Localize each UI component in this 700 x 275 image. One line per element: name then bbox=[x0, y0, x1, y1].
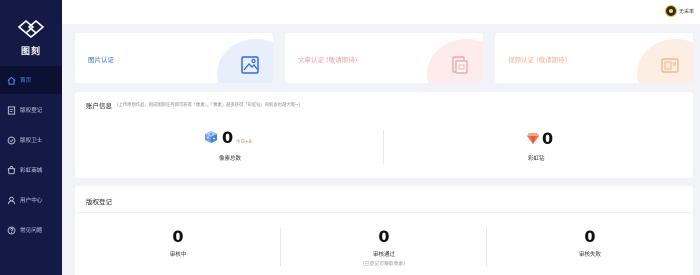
image-icon bbox=[241, 56, 259, 74]
shop-icon bbox=[7, 165, 16, 174]
divider bbox=[75, 212, 693, 213]
user-icon bbox=[7, 196, 16, 204]
rejected-count: 0 bbox=[584, 227, 596, 246]
pixel-total-value: 0 bbox=[222, 128, 234, 147]
pixel-today-value: +0 bbox=[245, 140, 252, 145]
article-auth-card[interactable]: 文章认证 (敬请期待) bbox=[285, 33, 483, 83]
logo-icon bbox=[17, 19, 45, 39]
sidebar: 图刻 首页 版权登记 版权卫士 彩虹商城 用户中心 常见问题 bbox=[0, 0, 62, 275]
rainbow-diamond-label: 彩虹钻 bbox=[528, 156, 545, 162]
pixel-today: 今日+0 bbox=[236, 139, 252, 145]
image-auth-card[interactable]: 图片认证 bbox=[75, 33, 273, 83]
account-info-title: 账户信息 bbox=[86, 102, 112, 110]
approved-count: 0 bbox=[378, 227, 390, 246]
sidebar-item-home[interactable]: 首页 bbox=[0, 66, 62, 94]
rainbow-diamond-value: 0 bbox=[542, 129, 554, 148]
sidebar-item-rainbow-shop[interactable]: 彩虹商城 bbox=[0, 156, 62, 184]
top-bar bbox=[62, 0, 700, 24]
home-icon bbox=[7, 76, 16, 85]
sidebar-item-user-center[interactable]: 用户中心 bbox=[0, 186, 62, 214]
card-title: 文章认证 (敬请期待) bbox=[298, 56, 358, 64]
divider bbox=[486, 228, 487, 266]
rejected-label: 审核失败 bbox=[578, 252, 601, 258]
sidebar-item-label: 常见问题 bbox=[20, 228, 43, 234]
approved-label: 审核通过 bbox=[372, 252, 395, 258]
card-title: 视频认证 (敬请期待) bbox=[508, 56, 568, 64]
sidebar-item-copyright-guard[interactable]: 版权卫士 bbox=[0, 126, 62, 154]
logo-text: 图刻 bbox=[20, 47, 41, 57]
sidebar-item-label: 首页 bbox=[20, 78, 32, 84]
pixel-total-label: 像素总数 bbox=[219, 156, 242, 162]
username[interactable]: 无采率 bbox=[679, 8, 694, 15]
reviewing-count: 0 bbox=[172, 227, 184, 246]
pixel-today-label: 今日 bbox=[236, 140, 245, 145]
sidebar-item-faq[interactable]: 常见问题 bbox=[0, 216, 62, 244]
sidebar-item-label: 彩虹商城 bbox=[20, 168, 43, 174]
app-logo[interactable]: 图刻 bbox=[0, 0, 62, 62]
question-icon bbox=[7, 226, 16, 234]
copyright-register-title: 版权登记 bbox=[86, 198, 112, 206]
video-auth-card[interactable]: 视频认证 (敬请期待) bbox=[495, 33, 693, 83]
sidebar-item-label: 用户中心 bbox=[20, 198, 43, 204]
guard-icon bbox=[7, 136, 16, 144]
rainbow-diamond-icon bbox=[527, 133, 539, 144]
register-icon bbox=[7, 105, 16, 115]
article-icon bbox=[452, 56, 468, 74]
account-info-panel: 账户信息 (上传原创作品，则成图刻任务即可获得「像素」，「像素」越多获得「彩虹钻… bbox=[75, 92, 693, 178]
avatar[interactable] bbox=[665, 5, 677, 17]
account-info-note: (上传原创作品，则成图刻任务即可获得「像素」，「像素」越多获得「彩虹钻」的机会也… bbox=[117, 103, 301, 108]
sidebar-item-label: 版权卫士 bbox=[20, 138, 43, 144]
pixel-cube-icon bbox=[205, 131, 217, 143]
sidebar-item-copyright-register[interactable]: 版权登记 bbox=[0, 96, 62, 124]
video-icon bbox=[661, 58, 679, 73]
divider bbox=[280, 228, 281, 266]
divider bbox=[383, 130, 384, 164]
approved-note: (已登记可赚取像素) bbox=[362, 262, 406, 267]
copyright-register-panel: 版权登记 0 审核中 0 审核通过 (已登记可赚取像素) 0 审核失败 bbox=[75, 186, 693, 275]
reviewing-label: 审核中 bbox=[169, 252, 187, 258]
sidebar-item-label: 版权登记 bbox=[20, 108, 43, 114]
card-title: 图片认证 bbox=[88, 56, 114, 64]
